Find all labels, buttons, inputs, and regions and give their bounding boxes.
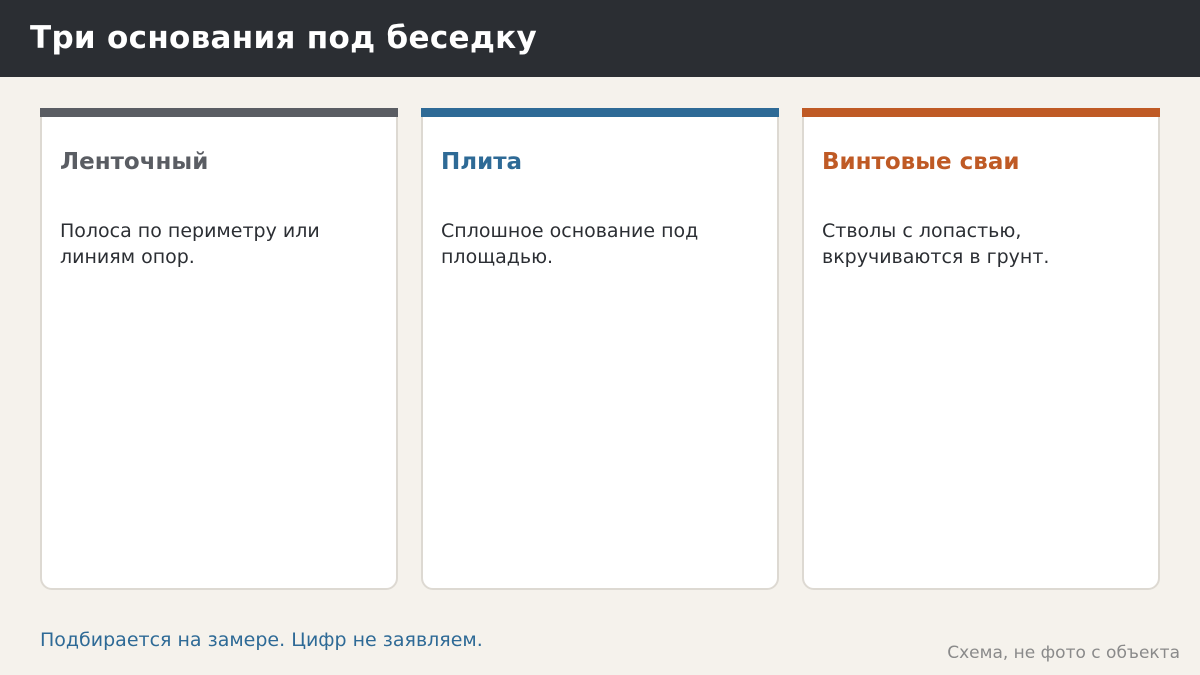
card-accent-bar	[421, 108, 779, 117]
card-description: Сплошное основание под площадью.	[441, 220, 699, 268]
card-screw-piles: Винтовые сваи Стволы с лопастью, вкручив…	[802, 108, 1160, 590]
footer-note: Подбирается на замере. Цифр не заявляем.	[40, 629, 483, 651]
card-strip-foundation: Ленточный Полоса по периметру или линиям…	[40, 108, 398, 590]
card-slab-foundation: Плита Сплошное основание под площадью.	[421, 108, 779, 590]
card-body	[421, 108, 779, 590]
card-title: Винтовые сваи	[822, 149, 1020, 175]
card-body	[802, 108, 1160, 590]
card-title: Плита	[441, 149, 523, 175]
card-accent-bar	[802, 108, 1160, 117]
image-caption: Схема, не фото с объекта	[947, 643, 1180, 663]
page-title: Три основания под беседку	[30, 20, 538, 56]
card-title: Ленточный	[60, 149, 209, 175]
card-body	[40, 108, 398, 590]
card-accent-bar	[40, 108, 398, 117]
header-bar: Три основания под беседку	[0, 0, 1200, 77]
card-description: Полоса по периметру или линиям опор.	[60, 220, 320, 268]
card-description: Стволы с лопастью, вкручиваются в грунт.	[822, 220, 1050, 268]
